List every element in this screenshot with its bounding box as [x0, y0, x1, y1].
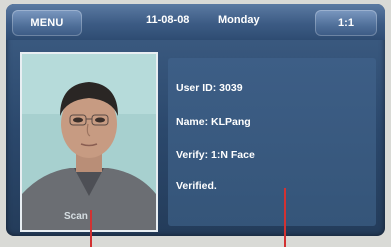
- top-bar: MENU 11-08-08 Monday 1:1: [6, 4, 385, 40]
- user-id-text: User ID: 3039: [176, 82, 243, 94]
- verification-status-text: Verified.: [176, 180, 217, 192]
- face-capture-photo: Scan: [20, 52, 158, 232]
- verify-method-text: Verify: 1:N Face: [176, 149, 255, 161]
- date-display: 11-08-08: [146, 14, 190, 26]
- verification-info-panel: User ID: 3039 Name: KLPang Verify: 1:N F…: [168, 58, 376, 226]
- device-bezel: MENU 11-08-08 Monday 1:1 Scan User ID: 3…: [0, 0, 391, 247]
- scan-label: Scan: [64, 211, 88, 222]
- face-photo-image: [22, 54, 156, 230]
- info-callout-line: [284, 188, 286, 247]
- terminal-screen: MENU 11-08-08 Monday 1:1 Scan User ID: 3…: [6, 4, 385, 236]
- verify-mode-button[interactable]: 1:1: [315, 10, 377, 36]
- menu-button[interactable]: MENU: [12, 10, 82, 36]
- user-name-text: Name: KLPang: [176, 116, 251, 128]
- day-display: Monday: [218, 14, 260, 26]
- photo-callout-line: [90, 210, 92, 247]
